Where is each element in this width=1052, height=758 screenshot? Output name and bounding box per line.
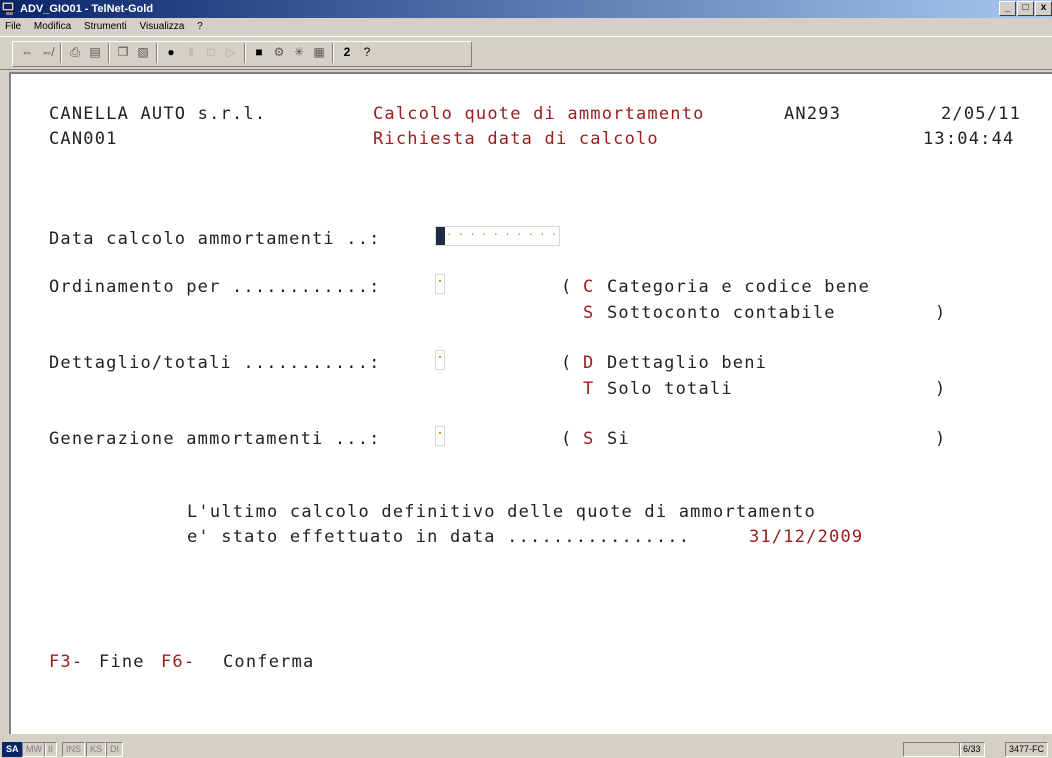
record-icon[interactable]: ● xyxy=(162,43,180,61)
stop-icon[interactable]: □ xyxy=(202,43,220,61)
dettaglio-close-paren: ) xyxy=(935,379,947,399)
maximize-button[interactable]: □ xyxy=(1017,1,1034,16)
pause-icon[interactable]: ‖ xyxy=(182,43,200,61)
copy-icon[interactable]: ❐ xyxy=(114,43,132,61)
screen-icon[interactable]: ■ xyxy=(250,43,268,61)
ordinamento-input[interactable] xyxy=(435,274,445,294)
keyboard-icon[interactable]: ✳ xyxy=(290,43,308,61)
ordinamento-option-c-key: C xyxy=(583,277,595,297)
status-code: 3477-FC xyxy=(1005,742,1049,757)
help-icon[interactable]: ? xyxy=(358,43,376,61)
telnet-app-icon xyxy=(2,2,15,15)
dettaglio-option-t-key: T xyxy=(583,379,595,399)
text-cursor xyxy=(436,227,445,245)
last-calculation-message-line2: e' stato effettuato in data ............… xyxy=(187,527,691,547)
ordinamento-close-paren: ) xyxy=(935,303,947,323)
properties-icon[interactable]: ▤ xyxy=(86,43,104,61)
menu-help[interactable]: ? xyxy=(197,21,203,32)
paste-icon[interactable]: ▧ xyxy=(134,43,152,61)
status-bar: SA MW II INS KS DI 6/33 3477-FC xyxy=(0,740,1052,758)
print-icon[interactable]: ⎙ xyxy=(66,43,84,61)
dettaglio-option-d-text: Dettaglio beni xyxy=(607,353,768,373)
close-button[interactable]: x xyxy=(1035,1,1052,16)
toolbar: ⇔ ⇎ ⎙ ▤ ❐ ▧ ● ‖ □ ▷ ■ ⚙ ✳ ▦ 2 ? xyxy=(0,36,1052,70)
font-size-icon[interactable]: 2 xyxy=(338,43,356,61)
status-empty-panel xyxy=(903,742,961,757)
dettaglio-option-t-text: Solo totali xyxy=(607,379,733,399)
menu-strumenti[interactable]: Strumenti xyxy=(84,21,127,32)
window-title: ADV_GIO01 - TelNet-Gold xyxy=(20,3,154,15)
user-code: CAN001 xyxy=(49,129,118,149)
connect-icon[interactable]: ⇔ xyxy=(18,43,36,61)
ordinamento-option-s-key: S xyxy=(583,303,595,323)
company-name: CANELLA AUTO s.r.l. xyxy=(49,104,267,124)
generazione-label: Generazione ammortamenti ...: xyxy=(49,429,381,449)
generazione-close-paren: ) xyxy=(935,429,947,449)
ordinamento-option-c-text: Categoria e codice bene xyxy=(607,277,871,297)
dettaglio-input[interactable] xyxy=(435,350,445,370)
generazione-option-s-text: Si xyxy=(607,429,630,449)
generazione-input[interactable] xyxy=(435,426,445,446)
dettaglio-open-paren: ( xyxy=(561,353,573,373)
status-ii: II xyxy=(44,742,58,757)
menu-visualizza[interactable]: Visualizza xyxy=(140,21,185,32)
disconnect-icon[interactable]: ⇎ xyxy=(38,43,56,61)
ordinamento-open-paren: ( xyxy=(561,277,573,297)
header-date: 2/05/11 xyxy=(941,104,1022,124)
status-ins: INS xyxy=(62,742,86,757)
last-calculation-message-line1: L'ultimo calcolo definitivo delle quote … xyxy=(187,502,816,522)
menu-bar: File Modifica Strumenti Visualizza ? xyxy=(0,18,1052,35)
window-title-bar: ADV_GIO01 - TelNet-Gold _ □ x xyxy=(0,0,1052,18)
ordinamento-option-s-text: Sottoconto contabile xyxy=(607,303,836,323)
last-calculation-date: 31/12/2009 xyxy=(749,527,864,547)
dettaglio-option-d-key: D xyxy=(583,353,595,373)
dettaglio-label: Dettaglio/totali ...........: xyxy=(49,353,381,373)
program-code: AN293 xyxy=(784,104,842,124)
config-icon[interactable]: ⚙ xyxy=(270,43,288,61)
status-sa: SA xyxy=(2,742,23,757)
data-calcolo-input[interactable]: ·········· xyxy=(435,226,560,246)
screen-subtitle: Richiesta data di calcolo xyxy=(373,129,659,149)
terminal-screen: CANELLA AUTO s.r.l. Calcolo quote di amm… xyxy=(9,72,1052,734)
status-ks: KS xyxy=(86,742,107,757)
f6-label[interactable]: Conferma xyxy=(223,652,314,672)
grid-icon[interactable]: ▦ xyxy=(310,43,328,61)
status-di: DI xyxy=(106,742,123,757)
program-title: Calcolo quote di ammortamento xyxy=(373,104,705,124)
data-calcolo-label: Data calcolo ammortamenti ..: xyxy=(49,229,381,249)
minimize-button[interactable]: _ xyxy=(999,1,1016,16)
ordinamento-label: Ordinamento per ............: xyxy=(49,277,381,297)
menu-file[interactable]: File xyxy=(5,21,21,32)
f6-key[interactable]: F6- xyxy=(161,652,195,672)
status-mw: MW xyxy=(22,742,46,757)
status-position: 6/33 xyxy=(959,742,985,757)
generazione-open-paren: ( xyxy=(561,429,573,449)
play-icon[interactable]: ▷ xyxy=(222,43,240,61)
generazione-option-s-key: S xyxy=(583,429,595,449)
menu-modifica[interactable]: Modifica xyxy=(34,21,71,32)
f3-key[interactable]: F3- xyxy=(49,652,83,672)
f3-label[interactable]: Fine xyxy=(99,652,145,672)
header-time: 13:04:44 xyxy=(923,129,1015,149)
